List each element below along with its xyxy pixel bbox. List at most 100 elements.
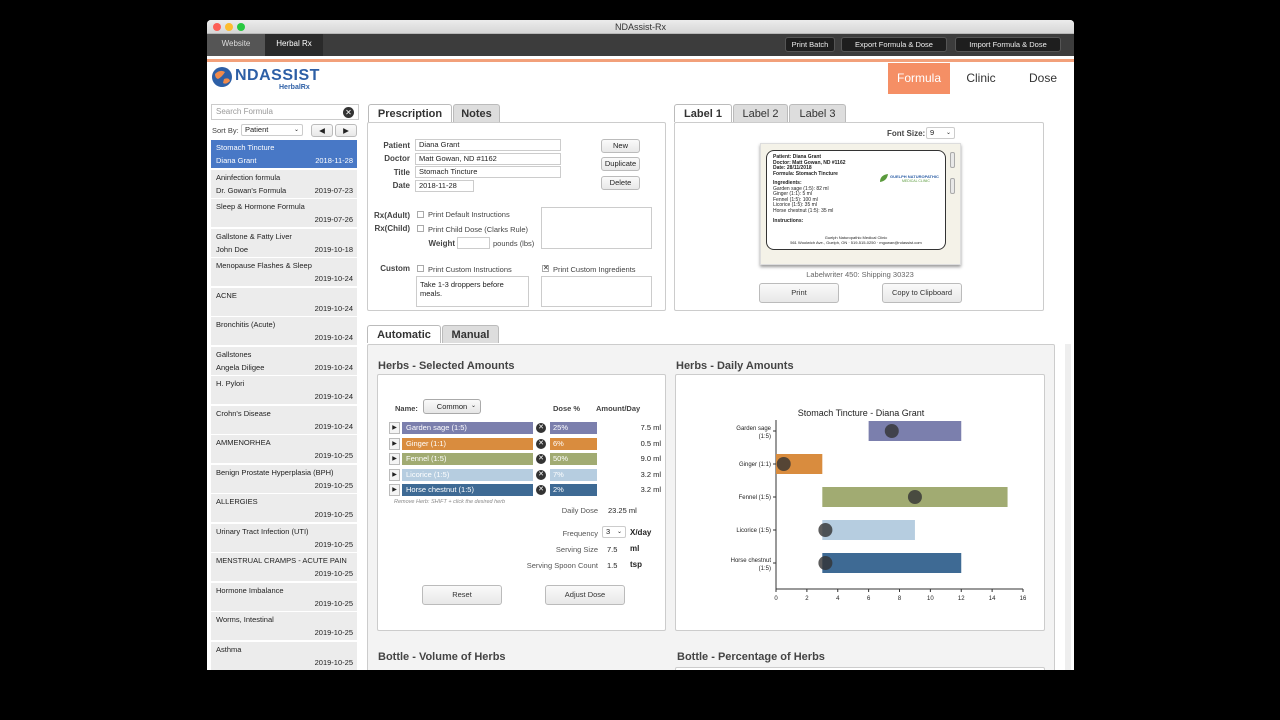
close-window-icon[interactable] [213, 23, 221, 31]
herb-row[interactable]: ▶ Ginger (1:1) ✕ 6% 0.5 ml [389, 437, 664, 450]
date-field[interactable]: 2018-11-28 [415, 180, 474, 192]
herb-dose-pct[interactable]: 6% [550, 437, 597, 450]
list-item[interactable]: Bronchitis (Acute) 2019-10-24 [211, 317, 357, 346]
herb-name[interactable]: Licorice (1:5) [402, 468, 533, 481]
list-item[interactable]: Urinary Tract Infection (UTI) 2019-10-25 [211, 523, 357, 553]
name-select[interactable]: Common ⌄ [423, 399, 481, 414]
zoom-window-icon[interactable] [237, 23, 245, 31]
herb-name[interactable]: Horse chestnut (1:5) [402, 484, 533, 496]
doctor-field[interactable]: Matt Gowan, ND #1162 [415, 153, 561, 165]
clear-search-icon[interactable]: ✕ [343, 107, 354, 118]
list-item[interactable]: MENSTRUAL CRAMPS - ACUTE PAIN 2019-10-25 [211, 553, 357, 582]
duplicate-button[interactable]: Duplicate [601, 157, 640, 171]
nav-formula[interactable]: Formula [888, 63, 950, 94]
list-item[interactable]: Benign Prostate Hyperplasia (BPH) 2019-10… [211, 464, 357, 494]
list-item[interactable]: Asthma 2019-10-25 [211, 641, 357, 670]
tab-label-1[interactable]: Label 1 [674, 104, 732, 122]
title-bar: NDAssist-Rx [207, 20, 1074, 34]
print-button[interactable]: Print [759, 283, 839, 303]
x-tick-label: 16 [1020, 596, 1027, 602]
remove-herb-icon[interactable]: ✕ [536, 469, 546, 480]
title-field[interactable]: Stomach Tincture [415, 166, 561, 178]
tab-label-2[interactable]: Label 2 [733, 104, 788, 122]
copy-clipboard-button[interactable]: Copy to Clipboard [882, 283, 962, 303]
label-scroll-handle[interactable] [950, 178, 955, 194]
list-item[interactable]: H. Pylori 2019-10-24 [211, 376, 357, 405]
new-button[interactable]: New [601, 139, 640, 153]
herb-row[interactable]: ▶ Fennel (1:5) ✕ 50% 9.0 ml [389, 453, 664, 465]
daily-dose-label: Daily Dose [561, 506, 598, 515]
tab-notes[interactable]: Notes [453, 104, 500, 122]
adjust-dose-button[interactable]: Adjust Dose [545, 585, 625, 605]
list-item[interactable]: Gallstones Angela Diligee 2019-10-24 [211, 346, 357, 376]
nav-clinic[interactable]: Clinic [950, 63, 1012, 94]
frequency-select[interactable]: 3 ⌄ [602, 526, 626, 538]
list-item[interactable]: Menopause Flashes & Sleep 2019-10-24 [211, 258, 357, 287]
formula-list: Stomach Tincture Diana Grant 2018-11-28 Ani… [211, 140, 359, 670]
tab-herbal-rx[interactable]: Herbal Rx [265, 34, 323, 56]
tab-manual[interactable]: Manual [442, 325, 499, 343]
herb-dose-pct[interactable]: 7% [550, 468, 597, 481]
formula-name: MENSTRUAL CRAMPS - ACUTE PAIN [216, 556, 347, 565]
custom-ingredients-textarea[interactable] [541, 276, 652, 307]
print-default-checkbox[interactable] [417, 211, 424, 218]
list-item[interactable]: Aninfection formula Dr. Gowan's Formula 20… [211, 169, 357, 199]
list-item[interactable]: ALLERGIES 2019-10-25 [211, 494, 357, 523]
list-item[interactable]: Stomach Tincture Diana Grant 2018-11-28 [211, 140, 357, 169]
export-formula-button[interactable]: Export Formula & Dose [841, 37, 947, 52]
rx-instructions-textarea[interactable] [541, 207, 652, 249]
minimize-window-icon[interactable] [225, 23, 233, 31]
tab-website[interactable]: Website [207, 34, 265, 56]
list-item[interactable]: Worms, Intestinal 2019-10-25 [211, 612, 357, 641]
expand-triangle-icon[interactable]: ▶ [389, 437, 400, 450]
dose-point [884, 424, 899, 438]
print-custom-ingr-checkbox[interactable]: ✕ [542, 265, 549, 272]
herb-row[interactable]: ▶ Licorice (1:5) ✕ 7% 3.2 ml [389, 468, 664, 481]
herb-dose-pct[interactable]: 2% [550, 484, 597, 496]
remove-herb-icon[interactable]: ✕ [536, 485, 546, 495]
reset-button[interactable]: Reset [422, 585, 502, 605]
herb-name[interactable]: Fennel (1:5) [402, 453, 533, 465]
herb-dose-pct[interactable]: 50% [550, 453, 597, 465]
patient-field[interactable]: Diana Grant [415, 139, 561, 151]
frequency-label: Frequency [562, 529, 598, 538]
herb-name[interactable]: Garden sage (1:5) [402, 422, 533, 434]
remove-herb-icon[interactable]: ✕ [536, 454, 546, 464]
next-button[interactable]: ▶ [335, 124, 357, 137]
tab-prescription[interactable]: Prescription [368, 104, 452, 122]
expand-triangle-icon[interactable]: ▶ [389, 422, 400, 434]
list-item[interactable]: Gallstone & Fatty Liver John Doe 2019-10-1… [211, 228, 357, 258]
print-child-checkbox[interactable] [417, 225, 424, 232]
print-batch-button[interactable]: Print Batch [785, 37, 835, 52]
list-item[interactable]: Hormone Imbalance 2019-10-25 [211, 582, 357, 612]
expand-triangle-icon[interactable]: ▶ [389, 484, 400, 496]
list-item[interactable]: AMMENORHEA 2019-10-25 [211, 435, 357, 464]
weight-field[interactable] [457, 237, 490, 249]
search-input[interactable]: Search Formula [211, 104, 359, 120]
tab-automatic[interactable]: Automatic [367, 325, 441, 343]
expand-triangle-icon[interactable]: ▶ [389, 453, 400, 465]
remove-herb-icon[interactable]: ✕ [536, 423, 546, 433]
list-item[interactable]: ACNE 2019-10-24 [211, 287, 357, 317]
page-scrollbar[interactable] [1065, 344, 1071, 670]
custom-instructions-textarea[interactable]: Take 1-3 droppers before meals. [416, 276, 529, 307]
delete-button[interactable]: Delete [601, 176, 640, 190]
print-custom-instr-checkbox[interactable] [417, 265, 424, 272]
formula-name: Crohn's Disease [216, 408, 271, 418]
herb-row[interactable]: ▶ Garden sage (1:5) ✕ 25% 7.5 ml [389, 422, 664, 434]
formula-date: 2019-10-25 [314, 510, 353, 519]
import-formula-button[interactable]: Import Formula & Dose [955, 37, 1061, 52]
list-item[interactable]: Sleep & Hormone Formula 2019-07-26 [211, 199, 357, 228]
expand-triangle-icon[interactable]: ▶ [389, 468, 400, 481]
list-item[interactable]: Crohn's Disease 2019-10-24 [211, 405, 357, 435]
herb-row[interactable]: ▶ Horse chestnut (1:5) ✕ 2% 3.2 ml [389, 484, 664, 496]
label-scroll-handle[interactable] [950, 152, 955, 168]
tab-label-3[interactable]: Label 3 [789, 104, 846, 122]
remove-herb-icon[interactable]: ✕ [536, 438, 546, 449]
font-size-select[interactable]: 9 ⌄ [926, 127, 955, 139]
nav-dose[interactable]: Dose [1012, 63, 1074, 94]
prev-button[interactable]: ◀ [311, 124, 333, 137]
herb-dose-pct[interactable]: 25% [550, 422, 597, 434]
herb-name[interactable]: Ginger (1:1) [402, 437, 533, 450]
sort-select[interactable]: Patient ⌄ [241, 124, 303, 136]
